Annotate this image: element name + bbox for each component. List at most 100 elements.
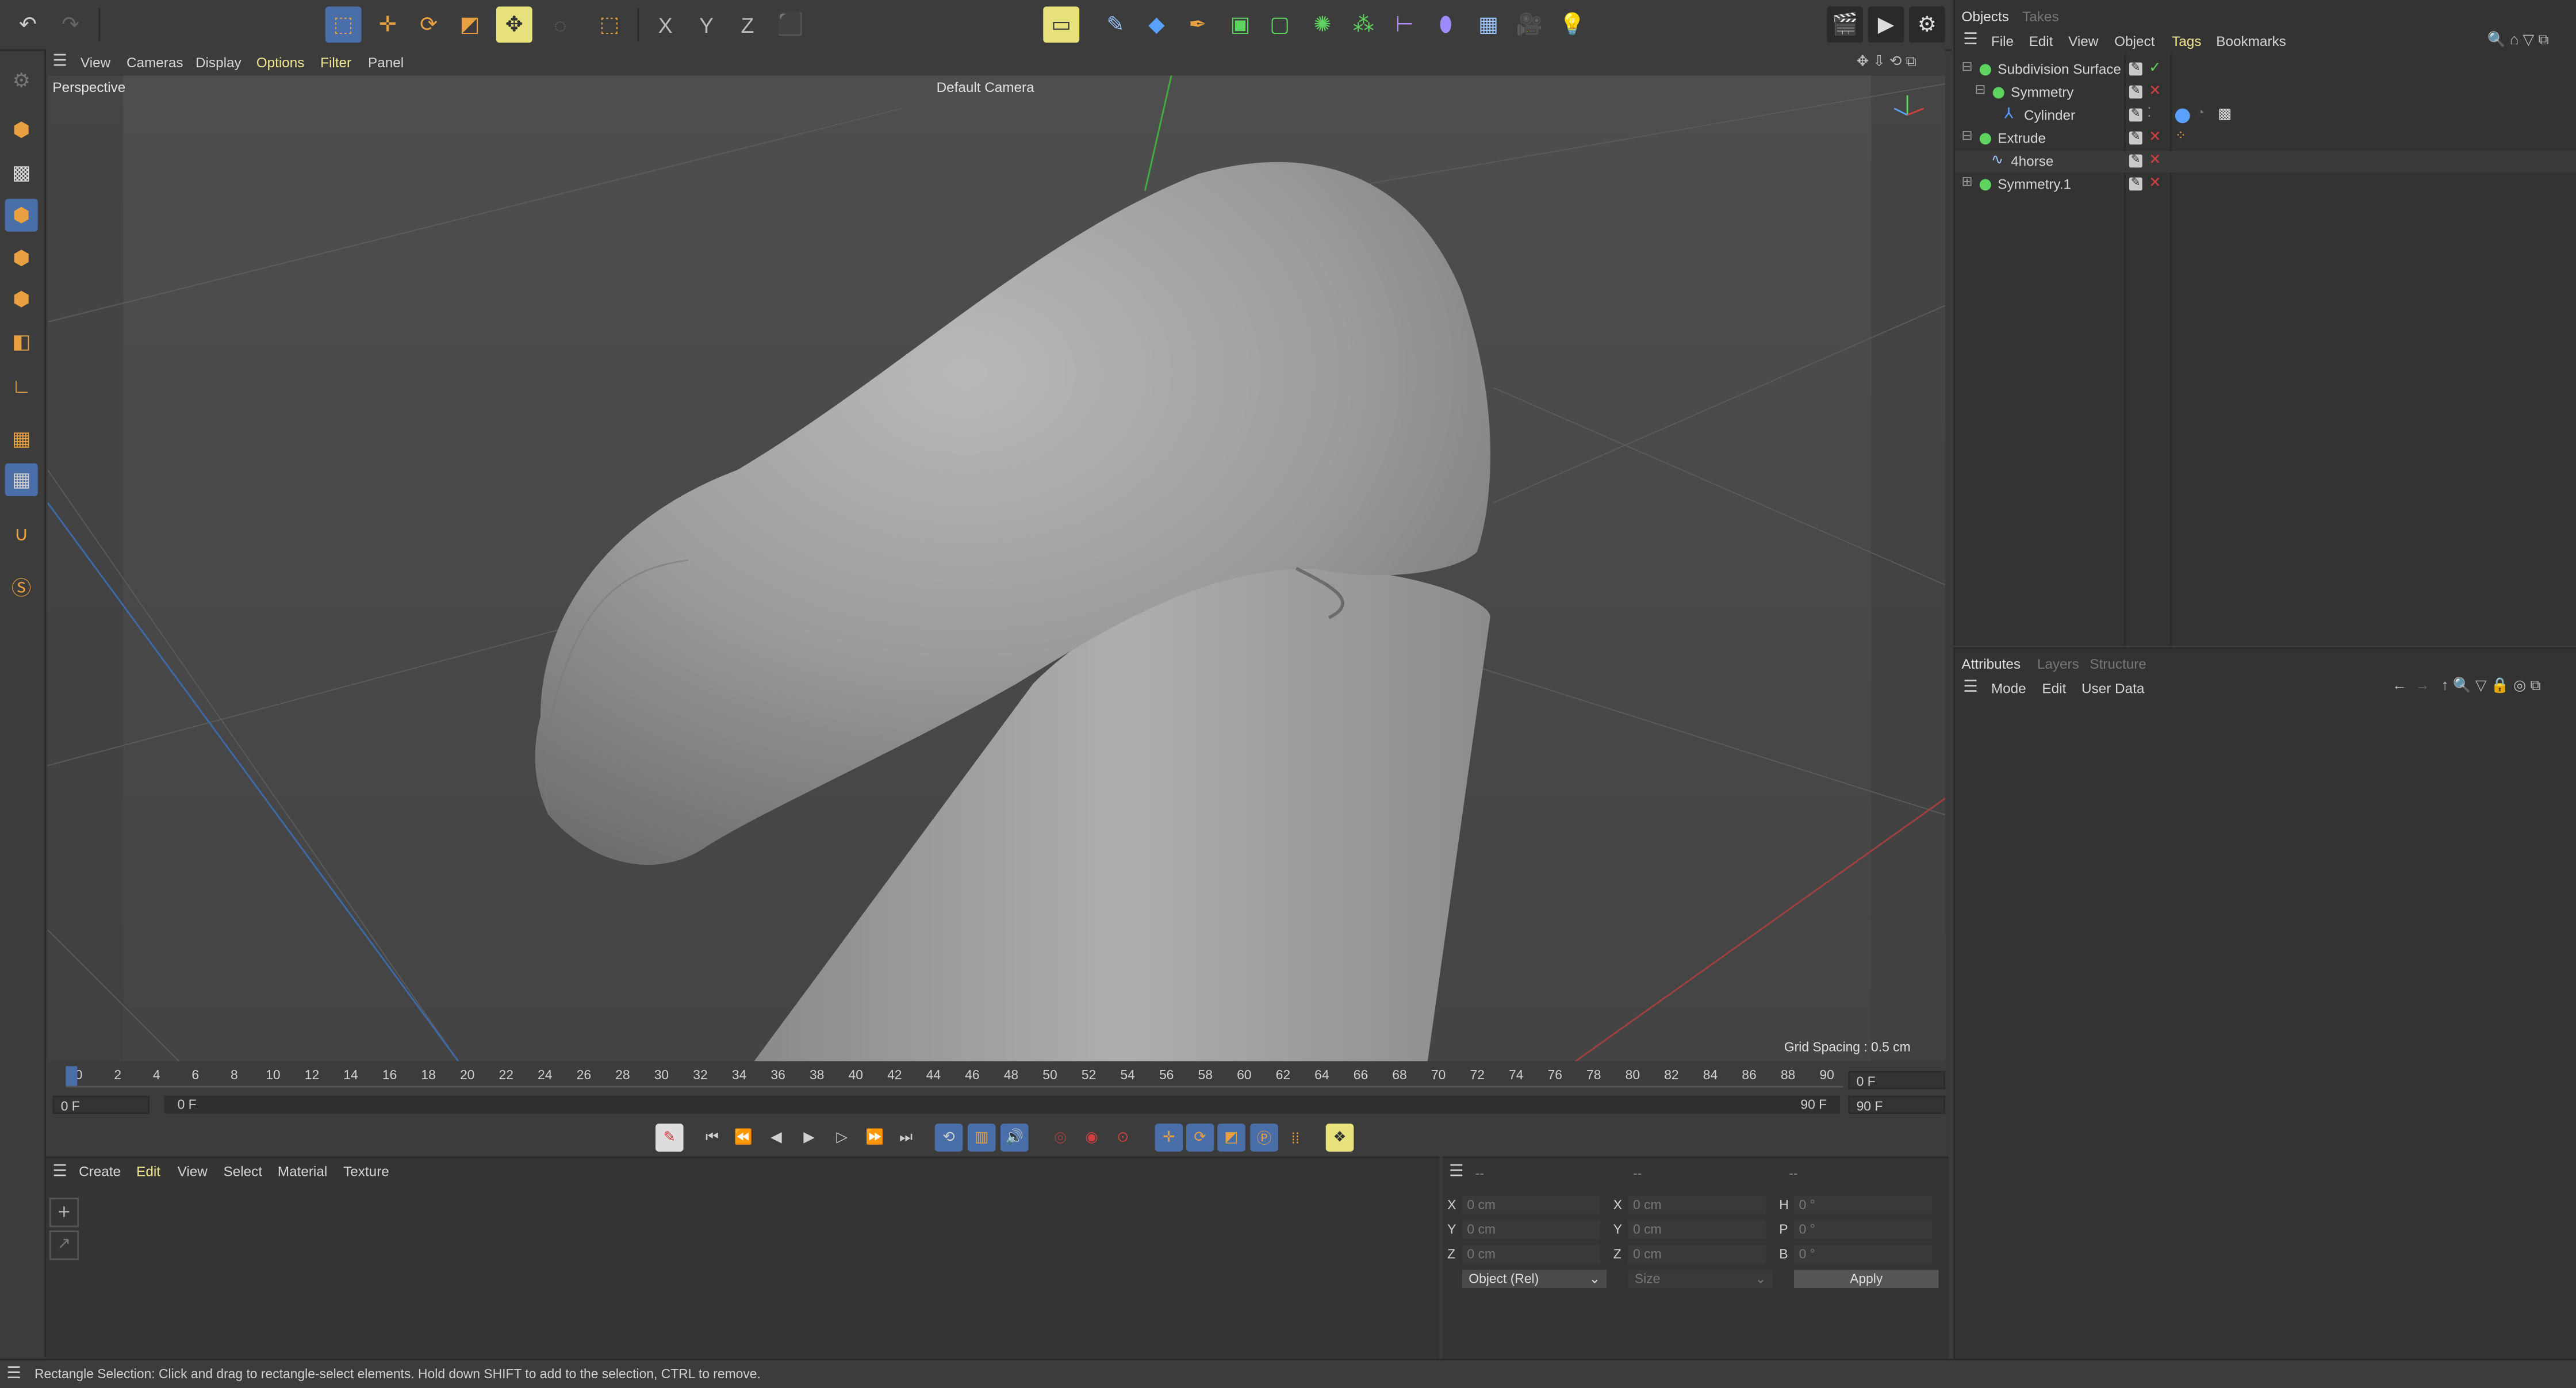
timeline[interactable]: 0 2 4 6 8 10 12 14 16 18 20 22 24 26 28 30 32 34 36 38 40 42 4… [46, 1061, 1945, 1121]
tab-structure[interactable]: Structure [2090, 655, 2146, 672]
previous-key-icon[interactable]: ⏪ [730, 1124, 758, 1152]
loop-icon[interactable]: ⟲ [934, 1124, 963, 1152]
object-name[interactable]: 4horse [2011, 153, 2053, 170]
size-mode-select[interactable]: Size ⌄ [1628, 1270, 1773, 1288]
object-menu-bookmarks[interactable]: Bookmarks [2216, 33, 2286, 49]
rotate-tool-icon[interactable]: ⟳ [411, 6, 447, 43]
editor-visible-toggle[interactable]: ✎ [2129, 177, 2142, 191]
editor-visible-toggle[interactable]: ✎ [2129, 154, 2142, 168]
snap-magnet-icon[interactable]: ∪ [5, 517, 38, 550]
cloner-icon[interactable]: ✺ [1305, 6, 1341, 43]
object-name[interactable]: Subdivision Surface [1998, 61, 2121, 78]
cube-primitive-icon[interactable]: ◆ [1138, 6, 1175, 43]
camera-icon[interactable]: 🎥 [1512, 6, 1548, 43]
apply-button[interactable]: Apply [1794, 1270, 1939, 1288]
select-tool-icon[interactable]: ⬚ [325, 6, 362, 43]
tag-icon[interactable]: ⁘ [2175, 128, 2186, 143]
object-menu-object[interactable]: Object [2114, 33, 2155, 49]
forward-arrow-icon[interactable]: → [2415, 677, 2430, 693]
edges-mode-icon[interactable]: ⬢ [5, 241, 38, 274]
viewport-navigation-icons[interactable]: ✥ ⇩ ⟲ ⧉ [1857, 52, 1916, 70]
editor-visible-toggle[interactable]: ✎ [2129, 62, 2142, 76]
move-tool-icon[interactable]: ✛ [370, 6, 406, 43]
points-mode-icon[interactable]: ⬢ [5, 198, 38, 232]
object-menu-view[interactable]: View [2068, 33, 2098, 49]
floor-icon[interactable]: ▦ [1470, 6, 1506, 43]
axis-z-lock-icon[interactable]: Z [730, 6, 766, 43]
playhead[interactable] [66, 1066, 78, 1086]
material-arrow-icon[interactable]: ↗ [49, 1230, 79, 1260]
go-to-end-icon[interactable]: ⏭ [892, 1124, 920, 1152]
material-menu-material[interactable]: Material [278, 1163, 327, 1180]
schematic-icon[interactable]: ❖ [1325, 1124, 1354, 1152]
spline-tool-icon[interactable]: ✒ [1179, 6, 1216, 43]
render-view-icon[interactable]: 🎬 [1827, 6, 1863, 43]
rotation-h-field[interactable]: 0 ° [1794, 1196, 1932, 1214]
object-menu-tags[interactable]: Tags [2172, 33, 2201, 49]
disabled-x-icon[interactable]: ✕ [2149, 174, 2161, 192]
object-menu-edit[interactable]: Edit [2029, 33, 2053, 49]
timeline-window-icon[interactable]: ▥ [967, 1124, 996, 1152]
object-name[interactable]: Cylinder [2024, 107, 2075, 124]
size-y-field[interactable]: 0 cm [1628, 1220, 1766, 1239]
editor-visible-toggle[interactable]: ✎ [2129, 108, 2142, 122]
go-to-start-icon[interactable]: ⏮ [698, 1124, 726, 1152]
expand-icon[interactable]: ⊟ [1975, 82, 1985, 97]
position-y-field[interactable]: 0 cm [1462, 1220, 1600, 1239]
object-menu-icon[interactable]: ☰ [1963, 31, 1978, 49]
expand-icon[interactable]: ⊞ [1961, 174, 1972, 189]
disabled-x-icon[interactable]: ✕ [2149, 151, 2161, 169]
deformer-icon[interactable]: ⊢ [1386, 6, 1423, 43]
object-name[interactable]: Symmetry [2011, 84, 2073, 101]
light-icon[interactable]: 💡 [1554, 6, 1590, 43]
field-icon[interactable]: ⬮ [1428, 6, 1464, 43]
object-toolbar-icons[interactable]: 🔍 ⌂ ▽ ⧉ [2487, 31, 2549, 49]
start-frame-field[interactable]: 0 F [52, 1095, 150, 1114]
render-to-picture-viewer-icon[interactable]: ▶ [1868, 6, 1904, 43]
preview-range-bar[interactable]: 0 F 90 F [164, 1095, 1840, 1114]
enabled-check-icon[interactable]: ✓ [2149, 59, 2161, 77]
key-scale-icon[interactable]: ◩ [1217, 1124, 1245, 1152]
autokey-icon[interactable]: ◎ [1046, 1124, 1075, 1152]
object-row-symmetry-1[interactable]: ⊞ Symmetry.1 ✎ ✕ [1955, 174, 2576, 195]
key-point-level-icon[interactable]: ⁞⁞ [1282, 1124, 1310, 1152]
material-menu-edit[interactable]: Edit [136, 1163, 160, 1180]
sculpt-icon[interactable]: Ⓢ [5, 570, 38, 603]
uv-mode-icon[interactable]: ◧ [5, 325, 38, 358]
redo-icon[interactable]: ↷ [52, 6, 89, 43]
undo-icon[interactable]: ↶ [10, 6, 46, 43]
attribute-menu-mode[interactable]: Mode [1991, 680, 2026, 697]
viewport-camera-label[interactable]: Default Camera [937, 79, 1034, 95]
object-name[interactable]: Extrude [1998, 130, 2046, 147]
tab-layers[interactable]: Layers [2037, 655, 2079, 672]
viewport-menu-view[interactable]: View [80, 54, 110, 71]
object-menu-file[interactable]: File [1991, 33, 2014, 49]
current-frame-field[interactable]: 0 F [1848, 1071, 1945, 1090]
key-position-icon[interactable]: ✛ [1155, 1124, 1183, 1152]
render-region-icon[interactable]: ▭ [1043, 6, 1080, 43]
viewport-menu-options[interactable]: Options [256, 54, 305, 71]
tab-takes[interactable]: Takes [2022, 8, 2058, 25]
tab-attributes[interactable]: Attributes [1961, 655, 2021, 672]
checker-tag-icon[interactable]: ▩ [2218, 105, 2232, 123]
texture-mode-icon[interactable]: ▩ [5, 156, 38, 189]
material-menu-view[interactable]: View [178, 1163, 208, 1180]
axis-mode-icon[interactable]: ∟ [5, 370, 38, 402]
rotation-b-field[interactable]: 0 ° [1794, 1245, 1932, 1264]
next-frame-icon[interactable]: ▷ [828, 1124, 856, 1152]
keyframe-record-icon[interactable]: ✎ [656, 1124, 684, 1152]
size-x-field[interactable]: 0 cm [1628, 1196, 1766, 1214]
record-active-icon[interactable]: ◉ [1078, 1124, 1106, 1152]
axis-x-lock-icon[interactable]: X [647, 6, 684, 43]
attribute-menu-icon[interactable]: ☰ [1963, 678, 1978, 696]
render-dots-icon[interactable]: ⁚ [2147, 105, 2151, 120]
object-row-cylinder[interactable]: ⅄ Cylinder ✎ ⁚ ◔ ▩ [1955, 105, 2576, 126]
key-rotation-icon[interactable]: ⟳ [1186, 1124, 1214, 1152]
object-row-symmetry[interactable]: ⊟ Symmetry ✎ ✕ [1955, 82, 2576, 103]
status-menu-icon[interactable]: ☰ [6, 1365, 21, 1383]
viewport-menu-icon[interactable]: ☰ [52, 52, 67, 70]
viewport-menu-cameras[interactable]: Cameras [126, 54, 183, 71]
pen-spline-icon[interactable]: ✎ [1098, 6, 1134, 43]
coord-menu-icon[interactable]: ☰ [1449, 1163, 1464, 1181]
mograph-icon[interactable]: ⁂ [1346, 6, 1382, 43]
